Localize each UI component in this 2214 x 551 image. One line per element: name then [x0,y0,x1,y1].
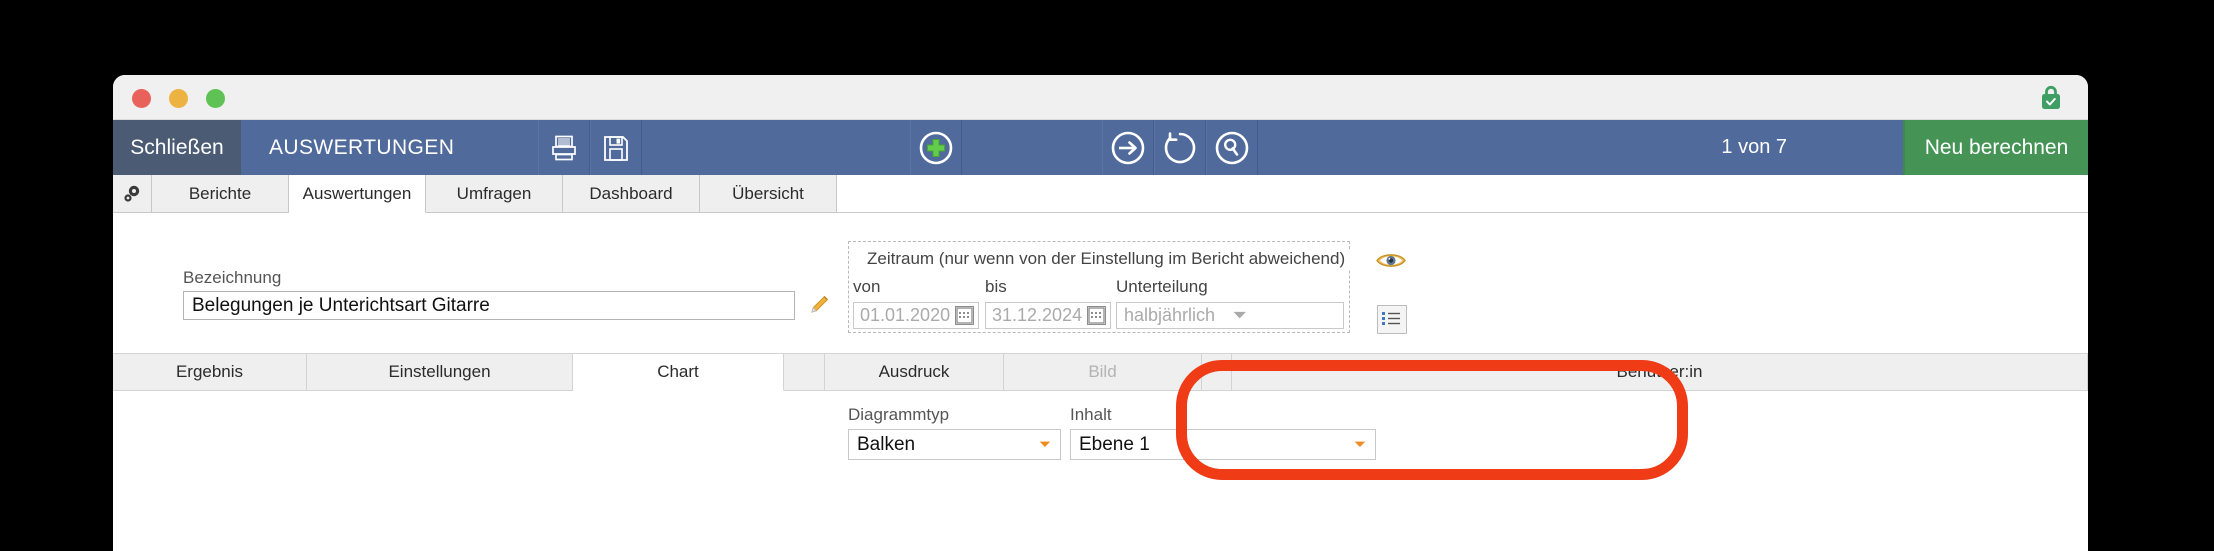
search-icon [1215,131,1249,164]
list-view-button[interactable] [1377,305,1407,334]
settings-gear-button[interactable] [113,175,152,212]
pencil-icon[interactable] [808,292,832,316]
printer-icon [552,135,577,160]
subtab-bild[interactable]: Bild [1004,354,1202,390]
tab-uebersicht[interactable]: Übersicht [700,175,837,212]
close-window-button[interactable] [132,89,151,108]
calendar-icon[interactable] [955,306,974,325]
record-counter: 1 von 7 [1721,136,1787,158]
eye-icon[interactable] [1376,251,1406,270]
print-button[interactable] [538,120,590,175]
recalculate-button[interactable]: Neu berechnen [1903,120,2088,175]
screen: Schließen AUSWERTUNGEN 1 von 7 Neu berec… [0,0,2214,551]
application-window: Schließen AUSWERTUNGEN 1 von 7 Neu berec… [113,75,2088,551]
secure-lock-icon [2042,85,2060,109]
diagrammtyp-value: Balken [857,433,916,455]
diagrammtyp-label: Diagrammtyp [848,405,950,424]
subtab-ergebnis[interactable]: Ergebnis [113,354,307,390]
save-button[interactable] [590,120,642,175]
subtab-benutzerin[interactable]: Benutzer:in [1232,354,2088,390]
tab-berichte[interactable]: Berichte [152,175,289,212]
refresh-icon [1165,131,1196,163]
gear-icon [124,185,140,202]
bezeichnung-input[interactable]: Belegungen je Unterichtsart Gitarre [183,291,795,320]
inhalt-label: Inhalt [1070,405,1112,424]
zeitraum-group-title: Zeitraum (nur wenn von der Einstellung i… [861,249,1352,269]
diagrammtyp-select[interactable]: Balken ⏷ [848,429,1061,460]
tab-dashboard[interactable]: Dashboard [563,175,700,212]
bis-date-value: 31.12.2024 [992,305,1083,325]
form-area: Bezeichnung Belegungen je Unterichtsart … [113,213,2088,353]
chart-settings-area: Diagrammtyp Inhalt Balken ⏷ Ebene 1 ⏷ [113,391,2088,501]
app-title: AUSWERTUNGEN [269,135,455,159]
chevron-down-icon: ⏷ [1038,436,1051,453]
bezeichnung-value: Belegungen je Unterichtsart Gitarre [192,294,490,316]
tab-bar-filler [837,175,2088,212]
close-button[interactable]: Schließen [113,120,241,175]
unterteilung-select[interactable]: halbjährlich ⏷ [1116,302,1344,329]
arrow-right-icon [1111,131,1145,164]
unterteilung-value: halbjährlich [1124,305,1216,325]
bis-date-input[interactable]: 31.12.2024 [985,302,1111,329]
von-date-input[interactable]: 01.01.2020 [853,302,979,329]
refresh-button[interactable] [1154,120,1206,175]
unterteilung-label: Unterteilung [1116,277,1208,296]
von-label: von [853,277,881,296]
add-icon [919,131,953,164]
tab-auswertungen[interactable]: Auswertungen [289,175,426,213]
inhalt-value: Ebene 1 [1079,433,1150,455]
subtab-einstellungen[interactable]: Einstellungen [307,354,573,390]
subtab-chart[interactable]: Chart [573,354,784,391]
calendar-icon[interactable] [1087,306,1106,325]
chevron-down-icon: ⏷ [1232,305,1247,325]
main-toolbar: Schließen AUSWERTUNGEN 1 von 7 Neu berec… [113,120,2088,175]
subtab-spacer [784,354,825,390]
bis-label: bis [985,277,1007,296]
recalculate-button-label: Neu berechnen [1924,135,2069,159]
search-button[interactable] [1206,120,1258,175]
inhalt-select[interactable]: Ebene 1 ⏷ [1070,429,1376,460]
add-record-button[interactable] [910,120,962,175]
minimize-window-button[interactable] [169,89,188,108]
main-tab-bar: Berichte Auswertungen Umfragen Dashboard… [113,175,2088,213]
save-icon [604,135,629,161]
window-titlebar [113,75,2088,120]
maximize-window-button[interactable] [206,89,225,108]
tab-umfragen[interactable]: Umfragen [426,175,563,212]
close-button-label: Schließen [130,135,224,159]
traffic-lights [132,89,225,108]
next-record-button[interactable] [1102,120,1154,175]
list-icon [1382,312,1400,325]
sub-tab-bar: Ergebnis Einstellungen Chart Ausdruck Bi… [113,353,2088,391]
subtab-spacer-2 [1202,354,1232,390]
bezeichnung-label: Bezeichnung [183,268,282,287]
chevron-down-icon: ⏷ [1353,436,1366,453]
von-date-value: 01.01.2020 [860,305,951,325]
subtab-ausdruck[interactable]: Ausdruck [825,354,1004,390]
